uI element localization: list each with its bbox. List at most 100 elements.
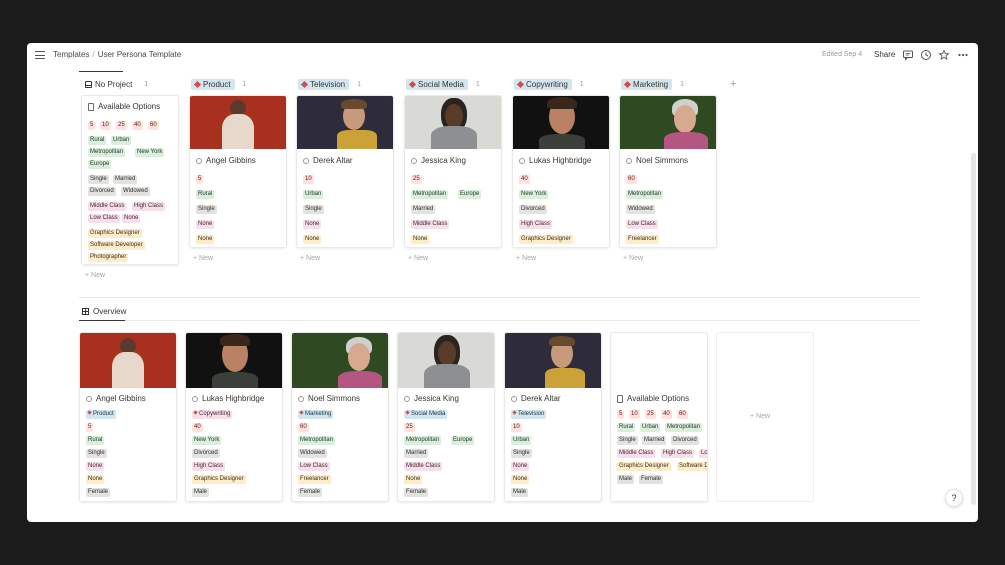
gallery-card[interactable]: Noel Simmons Marketing 60 Metropolitan W… [291, 332, 389, 502]
tag-age: 60 [298, 423, 309, 432]
new-gallery-card[interactable]: + New [716, 332, 814, 502]
gallery-card[interactable]: Lukas Highbridge Copywriting 40 New York… [185, 332, 283, 502]
new-card-button[interactable]: + New [516, 255, 536, 262]
card-title: Jessica King [421, 156, 466, 165]
tag-job: Freelancer [298, 475, 331, 484]
breadcrumb-page[interactable]: User Persona Template [98, 50, 181, 59]
tag-project: Social Media [404, 410, 448, 419]
tag-age: 40 [519, 175, 530, 184]
clock-icon[interactable] [920, 49, 932, 61]
tag-class: High Class [132, 202, 166, 211]
scrollbar[interactable] [971, 153, 976, 505]
gallery-card[interactable]: Derek Altar Television 10 Urban Single N… [504, 332, 602, 502]
tag-status: Single [511, 449, 532, 458]
tag-gender: Female [404, 488, 429, 497]
tag-age: 10 [511, 423, 522, 432]
persona-card[interactable]: Lukas Highbridge 40 New York Divorced Hi… [512, 95, 610, 248]
tag-age: 25 [116, 121, 127, 130]
tag-job: None [411, 235, 430, 244]
tag-age: 25 [404, 423, 415, 432]
tag-job: None [511, 475, 530, 484]
tag-age: 60 [626, 175, 637, 184]
group-label: Television [310, 79, 346, 89]
tag-class: None [86, 462, 105, 471]
new-card-button[interactable]: + New [750, 413, 770, 420]
persona-card[interactable]: Derek Altar 10 Urban Single None None [296, 95, 394, 248]
tab-underline [79, 320, 125, 321]
group-label: Product [203, 79, 231, 89]
tag-location: New York [135, 148, 165, 157]
new-card-button[interactable]: + New [408, 255, 428, 262]
tag-status: Divorced [192, 449, 220, 458]
more-icon[interactable] [957, 49, 969, 61]
help-button[interactable]: ? [945, 489, 963, 507]
group-count: 1 [579, 80, 584, 88]
tag-location: Rural [88, 136, 107, 145]
tag-job: None [196, 235, 215, 244]
hamburger-icon[interactable] [35, 51, 45, 59]
tag-location: Metropolitan [665, 423, 703, 432]
tag-status: Widowed [298, 449, 327, 458]
inbox-icon [85, 80, 92, 88]
new-card-button[interactable]: + New [300, 255, 320, 262]
tag-age: 10 [100, 121, 111, 130]
tag-class: Middle Class [411, 220, 450, 229]
tag-age: 40 [132, 121, 143, 130]
tag-status: Married [411, 205, 436, 214]
options-card[interactable]: Available Options 5 10 25 40 60 Rural Ur… [81, 95, 179, 265]
breadcrumb-templates[interactable]: Templates [53, 50, 89, 59]
persona-photo [505, 333, 601, 388]
edited-timestamp: Edited Sep 4 [822, 51, 863, 58]
tab-overview[interactable]: Overview [82, 307, 126, 316]
group-label: Social Media [418, 79, 464, 89]
card-title: Angel Gibbins [206, 156, 256, 165]
persona-card[interactable]: Angel Gibbins 5 Rural Single None None [189, 95, 287, 248]
tag-age: 5 [617, 410, 625, 419]
person-icon [511, 395, 517, 402]
gallery-card[interactable]: Jessica King Social Media 25 Metropolita… [397, 332, 495, 502]
new-card-button[interactable]: + New [85, 272, 105, 279]
tag-gender: Female [298, 488, 323, 497]
tag-age: 5 [196, 175, 204, 184]
group-header-television[interactable]: Television 1 [298, 78, 361, 90]
persona-card[interactable]: Noel Simmons 60 Metropolitan Widowed Low… [619, 95, 717, 248]
tag-class: Low Class [298, 462, 330, 471]
add-group-plus-icon[interactable]: + [730, 78, 736, 90]
group-label: Copywriting [526, 79, 568, 89]
person-icon [411, 157, 417, 164]
tag-age: 5 [86, 423, 94, 432]
tag-location: New York [192, 436, 222, 445]
gallery-card[interactable]: Angel Gibbins Product 5 Rural Single Non… [79, 332, 177, 502]
tag-location: Urban [511, 436, 532, 445]
tag-class: High Class [519, 220, 553, 229]
card-title: Jessica King [414, 394, 459, 403]
tag-location: Metropolitan [404, 436, 442, 445]
person-icon [626, 157, 632, 164]
persona-photo [405, 96, 501, 149]
diamond-icon [193, 80, 202, 88]
comment-icon[interactable] [902, 49, 914, 61]
group-count: 1 [475, 80, 480, 88]
group-header-product[interactable]: Product 1 [191, 78, 246, 90]
person-icon [519, 157, 525, 164]
tag-location: Rural [617, 423, 636, 432]
new-card-button[interactable]: + New [623, 255, 643, 262]
group-header-copywriting[interactable]: Copywriting 1 [514, 78, 584, 90]
gallery-options-card[interactable]: Available Options 5 10 25 40 60 Rural Ur… [610, 332, 708, 502]
group-header-social-media[interactable]: Social Media 1 [406, 78, 480, 90]
star-icon[interactable] [938, 49, 950, 61]
tag-status: Single [196, 205, 217, 214]
group-count: 1 [357, 80, 362, 88]
tag-location: Europe [88, 160, 112, 169]
tag-job: None [404, 475, 423, 484]
tag-class: Low Class [88, 214, 120, 223]
diamond-icon [193, 410, 198, 415]
group-header-no-project[interactable]: No Project 1 [85, 78, 148, 90]
tag-status: Married [642, 436, 667, 445]
group-header-marketing[interactable]: Marketing 1 [621, 78, 684, 90]
persona-card[interactable]: Jessica King 25 Metropolitan Europe Marr… [404, 95, 502, 248]
table-icon [82, 308, 89, 315]
share-button[interactable]: Share [874, 50, 895, 59]
new-card-button[interactable]: + New [193, 255, 213, 262]
tag-location: Rural [86, 436, 105, 445]
